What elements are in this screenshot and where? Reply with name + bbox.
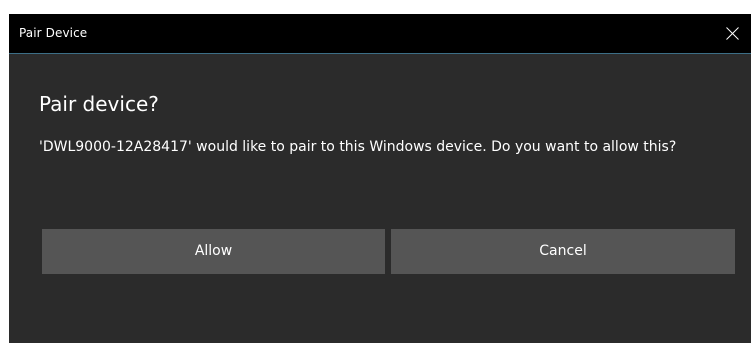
close-icon xyxy=(726,27,739,40)
dialog-heading: Pair device? xyxy=(39,92,159,116)
allow-button[interactable]: Allow xyxy=(42,229,385,274)
pair-device-window: Pair Device Pair device? 'DWL9000-12A284… xyxy=(9,14,751,343)
dialog-message: 'DWL9000-12A28417' would like to pair to… xyxy=(39,139,677,155)
title-bar: Pair Device xyxy=(9,14,751,54)
window-title: Pair Device xyxy=(19,26,88,40)
close-button[interactable] xyxy=(715,14,751,53)
cancel-button[interactable]: Cancel xyxy=(391,229,735,274)
